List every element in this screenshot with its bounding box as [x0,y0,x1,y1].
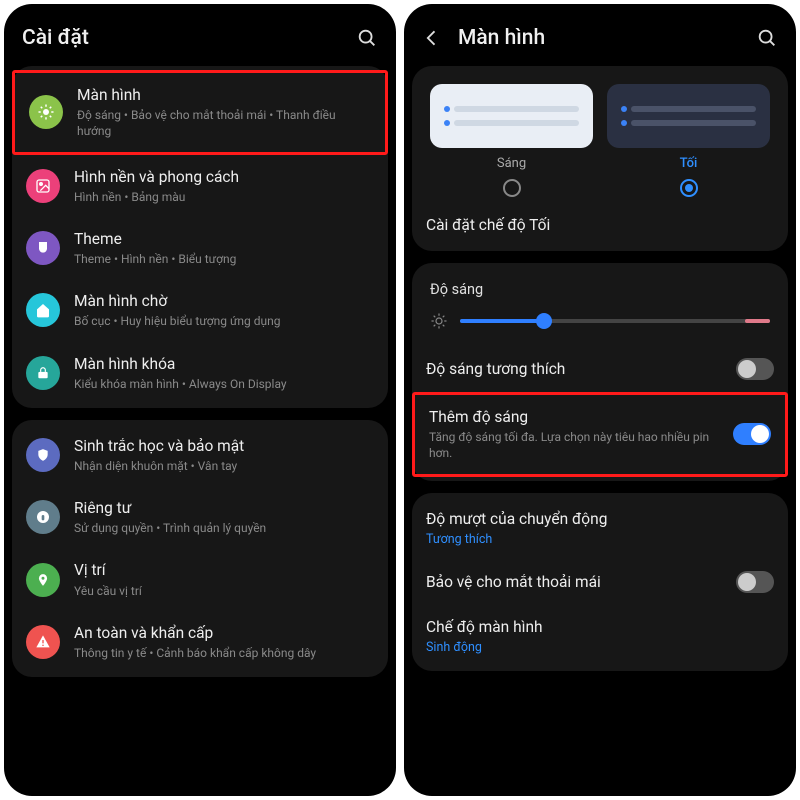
brightness-card: Độ sáng Độ sáng tương thích Thêm độ sáng [412,263,788,481]
dark-mode-settings-row[interactable]: Cài đặt chế độ Tối [412,203,788,247]
settings-row[interactable]: Sinh trắc học và bảo mật Nhận diện khuôn … [12,424,388,486]
lock-icon [26,356,60,390]
theme-dark-label: Tối [607,156,770,171]
sos-icon [26,625,60,659]
settings-row[interactable]: Theme Theme • Hình nền • Biểu tượng [12,217,388,279]
back-icon[interactable] [422,28,444,48]
theme-option-light[interactable]: Sáng [430,84,593,197]
settings-row[interactable]: Màn hình chờ Bố cục • Huy hiệu biểu tượng… [12,279,388,341]
adaptive-brightness-toggle[interactable] [736,358,774,380]
shield-icon [26,438,60,472]
brightness-label: Độ sáng [412,267,788,308]
settings-group: Sinh trắc học và bảo mật Nhận diện khuôn … [12,420,388,677]
row-subtitle: Kiểu khóa màn hình • Always On Display [74,376,374,392]
adaptive-brightness-row[interactable]: Độ sáng tương thích [412,346,788,392]
brush-icon [26,231,60,265]
page-title: Cài đặt [22,26,356,50]
settings-row[interactable]: Màn hìnhĐộ sáng • Bảo vệ cho mắt thoải m… [12,70,388,155]
brightness-icon [29,95,63,129]
settings-row[interactable]: Vị trí Yêu cầu vị trí [12,548,388,610]
row-title: Màn hình khóa [74,354,374,374]
settings-screen: Cài đặt Màn hìnhĐộ sáng • Bảo vệ cho mắt… [4,4,396,796]
extra-brightness-row[interactable]: Thêm độ sáng Tăng độ sáng tối đa. Lựa ch… [412,392,788,477]
row-title: Riêng tư [74,498,374,518]
row-subtitle: Sử dụng quyền • Trình quản lý quyền [74,520,374,536]
row-subtitle: Hình nền • Bảng màu [74,189,374,205]
header: Cài đặt [4,4,396,66]
settings-row[interactable]: An toàn và khẩn cấp Thông tin y tế • Cảnh… [12,611,388,673]
row-title: An toàn và khẩn cấp [74,623,374,643]
search-icon[interactable] [756,27,778,49]
page-title: Màn hình [458,26,756,50]
home-icon [26,293,60,327]
eye-comfort-toggle[interactable] [736,571,774,593]
eye-comfort-row[interactable]: Bảo vệ cho mắt thoải mái [412,559,788,605]
row-title: Theme [74,229,374,249]
row-subtitle: Độ sáng • Bảo vệ cho mắt thoải mái • Tha… [77,107,371,139]
header: Màn hình [404,4,796,66]
sun-icon [430,312,448,330]
display-screen: Màn hình Sáng [404,4,796,796]
row-subtitle: Bố cục • Huy hiệu biểu tượng ứng dụng [74,313,374,329]
search-icon[interactable] [356,27,378,49]
settings-row[interactable]: Riêng tư Sử dụng quyền • Trình quản lý qu… [12,486,388,548]
row-title: Vị trí [74,560,374,580]
settings-row[interactable]: Màn hình khóa Kiểu khóa màn hình • Always… [12,342,388,404]
row-title: Màn hình [77,85,371,105]
privacy-icon [26,500,60,534]
row-subtitle: Nhận diện khuôn mặt • Vân tay [74,458,374,474]
row-title: Hình nền và phong cách [74,167,374,187]
radio-dark[interactable] [680,179,698,197]
display-misc-card: Độ mượt của chuyển động Tương thích Bảo … [412,493,788,671]
brightness-slider[interactable] [460,319,770,323]
pin-icon [26,563,60,597]
settings-group: Màn hìnhĐộ sáng • Bảo vệ cho mắt thoải m… [12,66,388,408]
settings-row[interactable]: Hình nền và phong cách Hình nền • Bảng mà… [12,155,388,217]
motion-smoothness-row[interactable]: Độ mượt của chuyển động Tương thích [412,497,788,559]
row-title: Sinh trắc học và bảo mật [74,436,374,456]
settings-list: Màn hìnhĐộ sáng • Bảo vệ cho mắt thoải m… [4,66,396,796]
display-settings-list: Sáng Tối Cài đặt chế độ Tối Độ sáng [404,66,796,796]
image-icon [26,169,60,203]
row-subtitle: Theme • Hình nền • Biểu tượng [74,251,374,267]
theme-card: Sáng Tối Cài đặt chế độ Tối [412,66,788,251]
theme-option-dark[interactable]: Tối [607,84,770,197]
screen-mode-row[interactable]: Chế độ màn hình Sinh động [412,605,788,667]
extra-brightness-toggle[interactable] [733,423,771,445]
row-subtitle: Thông tin y tế • Cảnh báo khẩn cấp không… [74,645,374,661]
row-subtitle: Yêu cầu vị trí [74,583,374,599]
row-title: Màn hình chờ [74,291,374,311]
radio-light[interactable] [503,179,521,197]
theme-light-label: Sáng [430,156,593,171]
